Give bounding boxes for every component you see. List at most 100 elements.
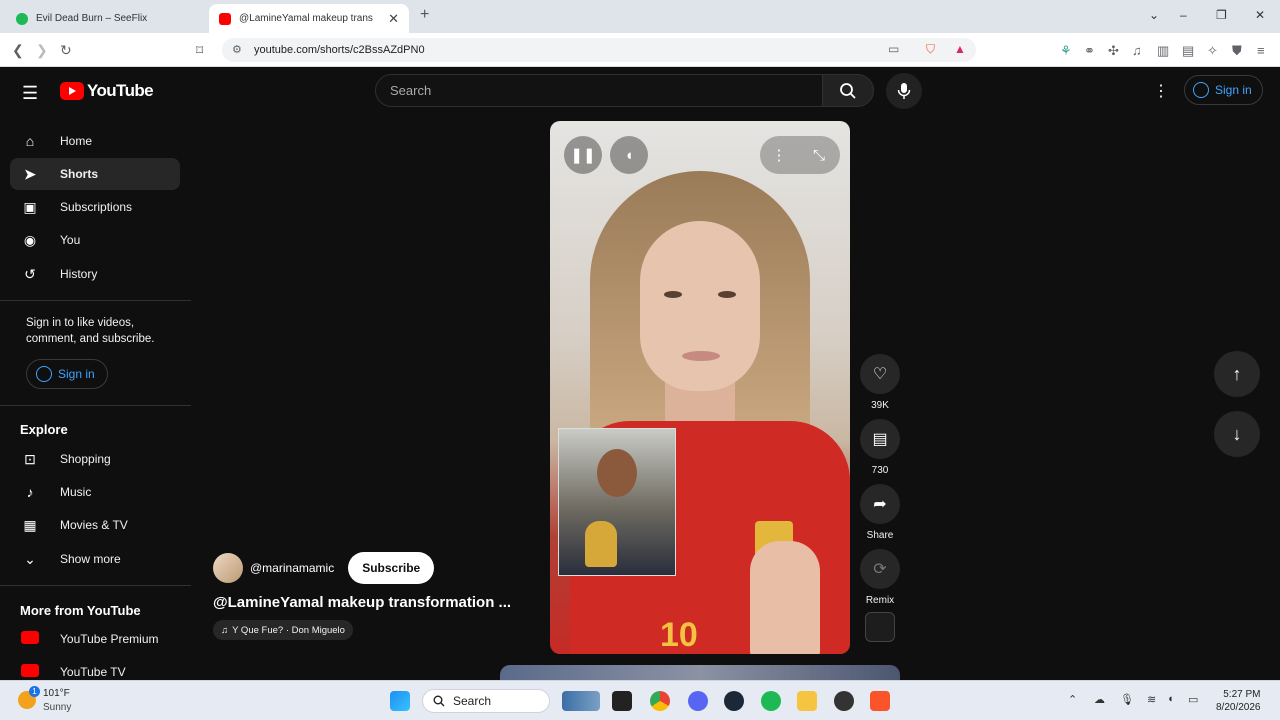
inset-photo xyxy=(558,428,676,576)
minimize-button[interactable]: – xyxy=(1180,8,1187,22)
share-button[interactable]: ➦ xyxy=(860,484,900,524)
more-options-button[interactable]: ⋮ xyxy=(760,136,798,174)
brave-browser-icon[interactable] xyxy=(870,691,890,711)
brave-rewards-icon[interactable]: ▲ xyxy=(954,42,966,56)
onedrive-icon[interactable]: ☁ xyxy=(1094,693,1105,706)
short-title[interactable]: @LamineYamal makeup transformation ... xyxy=(213,594,533,611)
share-action: ➦ Share xyxy=(860,484,900,541)
wifi-icon[interactable]: ≋ xyxy=(1147,693,1156,706)
heart-icon: ♡ xyxy=(872,366,888,383)
sidebar-item-home[interactable]: ⌂ Home xyxy=(10,125,180,157)
tab-seeflix[interactable]: Evil Dead Burn – SeeFlix xyxy=(6,4,206,33)
brave-shields-icon[interactable]: ⛉ xyxy=(926,42,935,57)
previous-short-button[interactable]: ↑ xyxy=(1214,351,1260,397)
sidebar-item-you[interactable]: ◉ You xyxy=(10,224,180,256)
fullscreen-button[interactable]: ⤡ xyxy=(800,136,838,174)
battery-icon[interactable]: ▭ xyxy=(1188,693,1198,706)
avatar[interactable] xyxy=(213,553,243,583)
audio-track-thumbnail[interactable] xyxy=(865,612,895,642)
music-note-icon: ♫ xyxy=(221,624,229,636)
sign-in-button[interactable]: Sign in xyxy=(1184,75,1263,105)
weather-badge: 1 xyxy=(29,686,40,697)
jersey-number: 10 xyxy=(660,616,698,654)
comments-button[interactable]: ▤ xyxy=(860,419,900,459)
chrome-icon[interactable] xyxy=(650,691,670,711)
terminal-icon[interactable] xyxy=(612,691,632,711)
close-window-button[interactable]: ✕ xyxy=(1255,8,1265,22)
wallet-icon[interactable]: ▤ xyxy=(1182,43,1194,59)
cast-icon[interactable]: ▭ xyxy=(888,42,899,56)
mic-tray-icon[interactable]: 🎙 xyxy=(1120,693,1134,706)
taskbar-search[interactable]: Search xyxy=(422,689,550,713)
shorts-video-player[interactable]: 10 ❚❚ ◖ ⋮ ⤡ xyxy=(550,121,850,654)
puzzle-icon[interactable]: ✣ xyxy=(1108,43,1119,59)
sidebar-item-subscriptions[interactable]: ▣ Subscriptions xyxy=(10,191,180,223)
settings-kebab-icon[interactable]: ⋮ xyxy=(1153,81,1169,101)
microphone-icon xyxy=(897,83,911,99)
sidebar-item-shopping[interactable]: ⊡ Shopping xyxy=(10,443,180,475)
video-frame-art xyxy=(597,449,637,497)
channel-name[interactable]: @marinamamic xyxy=(250,561,334,575)
video-frame-art xyxy=(718,291,736,298)
video-frame-art xyxy=(750,541,820,654)
bookmark-icon[interactable]: ⌑ xyxy=(196,42,203,59)
extension-icon[interactable]: ⚭ xyxy=(1084,43,1095,59)
close-tab-icon[interactable]: ✕ xyxy=(388,11,399,27)
channel-row: @marinamamic Subscribe xyxy=(213,552,435,584)
sidebar-item-shorts[interactable]: ➤ Shorts xyxy=(10,158,180,190)
like-button[interactable]: ♡ xyxy=(860,354,900,394)
search-icon xyxy=(433,695,445,707)
vpn-icon[interactable]: ⛊ xyxy=(1232,43,1242,59)
remix-action: ⟳ Remix xyxy=(860,549,900,606)
music-pill[interactable]: ♫ Y Que Fue? · Don Miguelo xyxy=(213,620,353,640)
menu-icon[interactable]: ≡ xyxy=(1257,43,1265,58)
leo-icon[interactable]: ✧ xyxy=(1207,43,1218,59)
extension-icon[interactable]: ⚘ xyxy=(1060,43,1072,59)
pause-button[interactable]: ❚❚ xyxy=(564,136,602,174)
subscribe-button[interactable]: Subscribe xyxy=(348,552,435,584)
clock[interactable]: 5:27 PM 8/20/2026 xyxy=(1216,688,1261,714)
tab-title: Evil Dead Burn – SeeFlix xyxy=(36,13,148,24)
sidebar-item-youtube-premium[interactable]: YouTube Premium xyxy=(10,623,180,655)
forward-icon[interactable]: ❯ xyxy=(36,42,48,59)
account-icon xyxy=(1193,82,1209,98)
chevron-down-icon: ⌄ xyxy=(24,550,36,567)
steam-icon[interactable] xyxy=(724,691,744,711)
tab-youtube[interactable]: @LamineYamal makeup trans ✕ xyxy=(209,4,409,33)
url-text[interactable]: youtube.com/shorts/c2BssAZdPN0 xyxy=(254,44,425,56)
file-explorer-icon[interactable] xyxy=(797,691,817,711)
comment-icon: ▤ xyxy=(872,431,888,448)
windows-start-icon[interactable] xyxy=(390,691,410,711)
sidebar-sign-in-button[interactable]: Sign in xyxy=(26,359,108,389)
discord-icon[interactable] xyxy=(688,691,708,711)
search-button[interactable] xyxy=(822,74,874,107)
sidebar-item-show-more[interactable]: ⌄ Show more xyxy=(10,543,180,575)
sidebar-icon[interactable]: ▥ xyxy=(1157,43,1169,59)
volume-button[interactable]: ◖ xyxy=(610,136,648,174)
arrow-up-icon: ↑ xyxy=(1232,363,1242,384)
video-frame-art xyxy=(682,351,720,361)
back-icon[interactable]: ❮ xyxy=(12,42,24,59)
youtube-logo[interactable]: YouTube xyxy=(60,81,154,101)
site-info-icon[interactable]: ⚙ xyxy=(232,43,242,56)
new-tab-button[interactable]: + xyxy=(420,6,429,24)
maximize-button[interactable]: ❐ xyxy=(1216,8,1227,22)
address-bar[interactable]: ⚙ youtube.com/shorts/c2BssAZdPN0 ▭ ⛉ ▲ xyxy=(222,38,976,62)
sidebar-item-music[interactable]: ♪ Music xyxy=(10,476,180,508)
remix-button[interactable]: ⟳ xyxy=(860,549,900,589)
widget-thumbnail-icon[interactable] xyxy=(562,691,600,711)
tray-chevron-icon[interactable]: ⌃ xyxy=(1068,693,1077,706)
sidebar-item-movies[interactable]: ▦ Movies & TV xyxy=(10,509,180,541)
hamburger-menu-icon[interactable]: ☰ xyxy=(22,83,38,104)
reload-icon[interactable]: ↻ xyxy=(60,42,72,59)
app-icon[interactable] xyxy=(834,691,854,711)
tab-search-button[interactable]: ⌄ xyxy=(1149,8,1159,22)
media-icon[interactable]: ♫ xyxy=(1132,43,1142,58)
sidebar-item-history[interactable]: ↺ History xyxy=(10,258,180,290)
search-input[interactable] xyxy=(376,75,822,106)
voice-search-button[interactable] xyxy=(886,73,922,109)
next-short-button[interactable]: ↓ xyxy=(1214,411,1260,457)
spotify-icon[interactable] xyxy=(761,691,781,711)
video-frame-art xyxy=(664,291,682,298)
speaker-icon[interactable]: ◖ xyxy=(1167,693,1174,705)
